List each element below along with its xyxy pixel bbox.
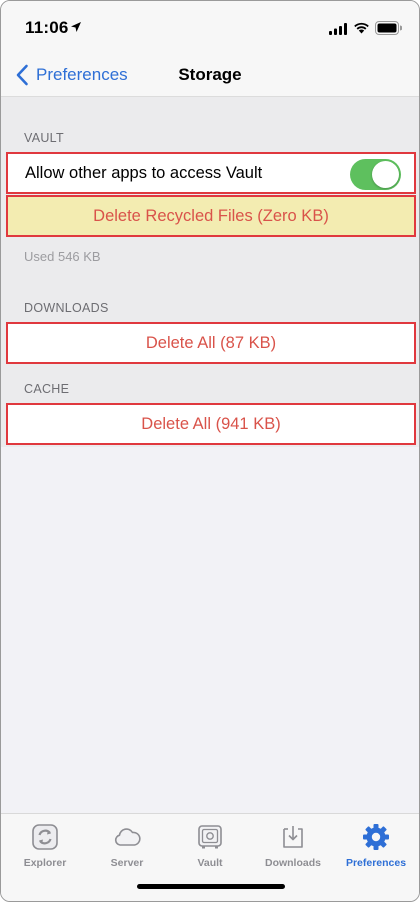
- toggle-knob: [372, 161, 399, 188]
- tab-explorer[interactable]: Explorer: [5, 822, 85, 872]
- tab-downloads[interactable]: Downloads: [253, 822, 333, 872]
- download-icon: [283, 826, 303, 848]
- status-time: 11:06: [25, 18, 69, 37]
- tab-label: Server: [110, 857, 144, 869]
- tab-vault[interactable]: Vault: [170, 822, 250, 872]
- page-title: Storage: [178, 65, 242, 84]
- vault-access-row: Allow other apps to access Vault: [6, 152, 416, 194]
- tab-label: Explorer: [23, 857, 67, 869]
- vault-access-label: Allow other apps to access Vault: [25, 163, 263, 182]
- storage-settings-list: VAULT Allow other apps to access Vault D…: [1, 97, 419, 447]
- cellular-signal-icon: [329, 23, 347, 35]
- delete-downloads-button[interactable]: Delete All (87 KB): [6, 322, 416, 364]
- tab-server[interactable]: Server: [87, 822, 167, 872]
- delete-recycled-files-button[interactable]: Delete Recycled Files (Zero KB): [6, 195, 416, 237]
- cloud-icon: [114, 828, 141, 846]
- navigation-bar: Preferences Storage: [1, 51, 419, 97]
- tab-label: Downloads: [264, 857, 321, 869]
- battery-icon: [375, 21, 402, 35]
- location-arrow-icon: [71, 22, 81, 32]
- delete-recycled-files-label: Delete Recycled Files (Zero KB): [93, 206, 329, 225]
- delete-downloads-label: Delete All (87 KB): [145, 333, 277, 352]
- home-indicator: [137, 884, 285, 889]
- vault-used-text: Used 546 KB: [24, 249, 101, 264]
- gear-icon: [363, 824, 389, 850]
- delete-cache-button[interactable]: Delete All (941 KB): [6, 403, 416, 445]
- explorer-icon: [32, 824, 58, 850]
- tab-label: Preferences: [345, 857, 407, 869]
- vault-access-toggle[interactable]: [350, 159, 401, 190]
- wifi-icon: [354, 22, 369, 34]
- tab-label: Vault: [197, 857, 223, 869]
- section-header-downloads: DOWNLOADS: [24, 301, 109, 315]
- section-header-cache: CACHE: [24, 382, 70, 396]
- vault-safe-icon: [198, 825, 222, 849]
- section-header-vault: VAULT: [24, 131, 64, 145]
- delete-cache-label: Delete All (941 KB): [141, 414, 281, 433]
- tab-preferences[interactable]: Preferences: [336, 822, 416, 872]
- status-bar: 11:06: [1, 1, 419, 51]
- phone-screen: 11:06 Preferences Storage VAULT Allow ot…: [0, 0, 420, 902]
